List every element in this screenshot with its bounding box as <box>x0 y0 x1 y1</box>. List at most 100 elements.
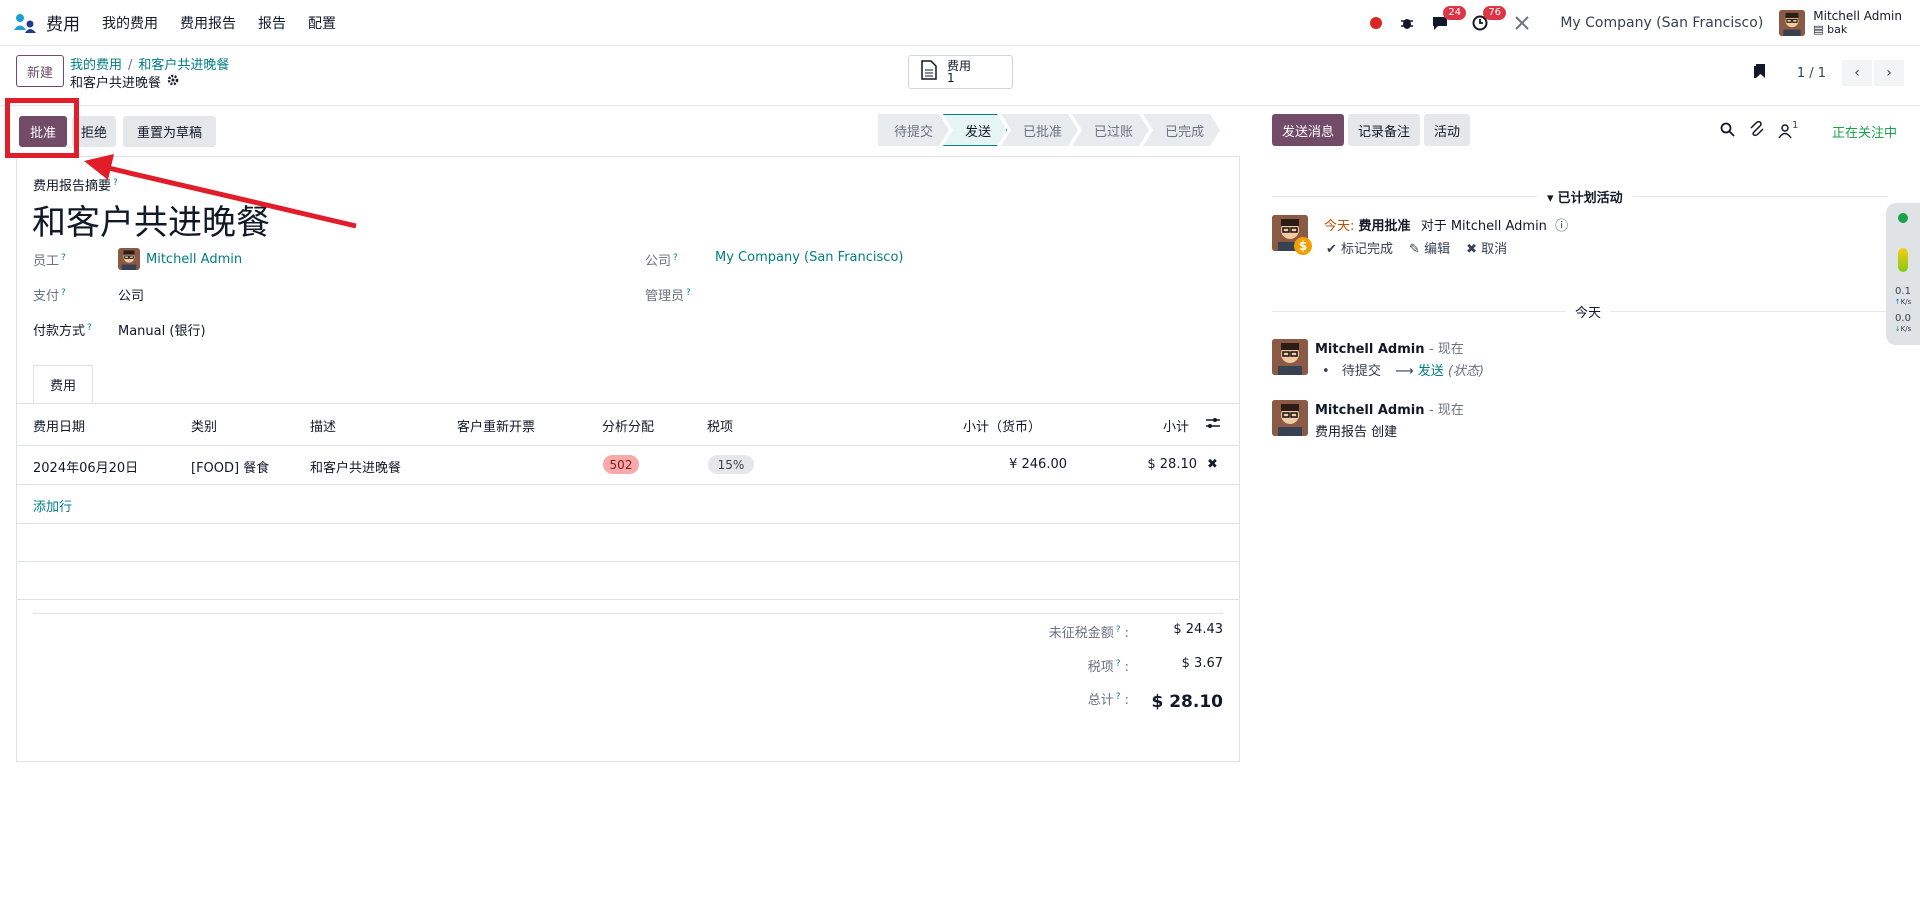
help-icon[interactable]: ? <box>1116 625 1121 635</box>
planned-activities-toggle[interactable]: ▾ 已计划活动 <box>1537 187 1633 206</box>
message-author-name[interactable]: Mitchell Admin <box>1315 403 1424 418</box>
paperclip-icon[interactable] <box>1749 120 1764 141</box>
pager-previous-button[interactable]: ‹ <box>1842 60 1872 86</box>
download-unit: K/s <box>1900 325 1912 333</box>
tracking-new-value: 发送 <box>1417 364 1444 379</box>
new-button[interactable]: 新建 <box>16 55 65 87</box>
tools-icon[interactable] <box>1514 15 1530 31</box>
user-name: Mitchell Admin <box>1813 9 1902 23</box>
message-avatar[interactable] <box>1272 400 1308 436</box>
chat-icon[interactable]: 24 <box>1432 6 1467 31</box>
edit-activity-button[interactable]: ✎ 编辑 <box>1409 238 1450 257</box>
company-field[interactable]: My Company (San Francisco) <box>715 250 903 265</box>
column-category[interactable]: 类别 <box>191 416 217 435</box>
column-subtotal[interactable]: 小计 <box>1163 416 1189 435</box>
download-value: 0.0 <box>1895 313 1911 324</box>
followers-icon[interactable]: 1 <box>1778 120 1798 139</box>
record-name-row: 和客户共进晚餐 <box>70 72 179 91</box>
gear-icon[interactable] <box>167 74 179 90</box>
help-icon[interactable]: ? <box>61 288 66 298</box>
mark-done-button[interactable]: ✔ 标记完成 <box>1326 238 1393 257</box>
reset-to-draft-button[interactable]: 重置为草稿 <box>123 116 216 147</box>
help-icon[interactable]: ? <box>686 288 691 298</box>
column-taxes[interactable]: 税项 <box>707 416 733 435</box>
help-icon[interactable]: ? <box>1116 659 1121 669</box>
stage-pipeline: 待提交 发送 已批准 已过账 已完成 <box>878 114 1220 146</box>
report-title-field[interactable]: 和客户共进晚餐 <box>32 195 270 244</box>
column-subtotal-currency[interactable]: 小计（货币） <box>963 416 1041 435</box>
database-name: ▤ bak <box>1813 23 1902 36</box>
following-button[interactable]: 正在关注中 <box>1832 122 1897 141</box>
chevron-left-icon: ‹ <box>1854 65 1860 81</box>
company-switcher[interactable]: My Company (San Francisco) <box>1560 15 1763 31</box>
recording-dot-icon[interactable] <box>1370 17 1383 29</box>
column-reinvoice[interactable]: 客户重新开票 <box>457 416 535 435</box>
menu-reporting[interactable]: 报告 <box>258 13 286 33</box>
expenses-smart-button[interactable]: 费用 1 <box>908 55 1013 89</box>
column-analytic[interactable]: 分析分配 <box>602 416 654 435</box>
user-menu[interactable]: Mitchell Admin ▤ bak <box>1779 10 1902 36</box>
send-message-button[interactable]: 发送消息 <box>1272 114 1345 146</box>
activity-due: 今天: <box>1324 219 1355 234</box>
help-icon[interactable]: ? <box>673 253 678 263</box>
record-name: 和客户共进晚餐 <box>70 76 162 91</box>
help-icon[interactable]: ? <box>87 323 92 333</box>
activity-actions: ✔ 标记完成 ✎ 编辑 ✖ 取消 <box>1326 238 1507 257</box>
info-icon[interactable]: ⓘ <box>1555 219 1568 234</box>
stage-approved[interactable]: 已批准 <box>1001 114 1078 146</box>
pager-value[interactable]: 1 / 1 <box>1797 66 1826 81</box>
upload-speed: 0.1 ↑K/s <box>1886 287 1920 307</box>
column-date[interactable]: 费用日期 <box>33 416 85 435</box>
stage-posted[interactable]: 已过账 <box>1072 114 1149 146</box>
battery-icon <box>1898 248 1908 272</box>
menu-configuration[interactable]: 配置 <box>308 13 336 33</box>
delete-row-icon[interactable]: ✖ <box>1207 457 1218 472</box>
network-speed-widget[interactable]: 0.1 ↑K/s 0.0 ↓K/s <box>1886 203 1920 345</box>
tracking-field: (状态) <box>1447 364 1485 379</box>
cancel-activity-button[interactable]: ✖ 取消 <box>1466 238 1507 257</box>
search-icon[interactable] <box>1720 122 1735 141</box>
menu-my-expenses[interactable]: 我的费用 <box>102 13 158 33</box>
app-logo-icon[interactable] <box>14 13 38 33</box>
log-note-button[interactable]: 记录备注 <box>1348 114 1421 146</box>
add-line-link[interactable]: 添加行 <box>33 496 72 515</box>
employee-field[interactable]: Mitchell Admin <box>118 248 242 270</box>
column-description[interactable]: 描述 <box>310 416 336 435</box>
pager-next-button[interactable]: › <box>1874 60 1904 86</box>
chat-badge: 24 <box>1443 6 1467 20</box>
tab-expenses[interactable]: 费用 <box>33 365 93 403</box>
activity-button[interactable]: 活动 <box>1424 114 1471 146</box>
employee-label: 员工? <box>33 250 66 269</box>
stage-submitted[interactable]: 发送 <box>943 114 1007 146</box>
bookmark-icon[interactable] <box>1753 63 1767 83</box>
activity-clock-icon[interactable]: 76 <box>1472 6 1507 31</box>
total-amount: $ 28.10 <box>1151 692 1223 712</box>
payment-field[interactable]: 公司 <box>118 285 144 304</box>
stage-to-submit[interactable]: 待提交 <box>878 114 949 146</box>
manager-label-text: 管理员 <box>645 289 685 304</box>
app-name[interactable]: 费用 <box>46 10 80 35</box>
help-icon[interactable]: ? <box>1116 692 1121 702</box>
payment-method-label: 付款方式? <box>33 320 92 339</box>
edit-label: 编辑 <box>1424 242 1451 257</box>
breadcrumb-parent[interactable]: 我的费用 <box>70 58 122 73</box>
payment-method-field[interactable]: Manual (银行) <box>118 320 206 339</box>
help-icon[interactable]: ? <box>61 253 66 263</box>
row-divider <box>17 599 1239 600</box>
stage-done[interactable]: 已完成 <box>1143 114 1220 146</box>
breadcrumb: 我的费用 / 和客户共进晚餐 <box>70 54 229 73</box>
activity-badge: 76 <box>1483 6 1507 20</box>
untaxed-label-text: 未征税金额 <box>1048 626 1114 641</box>
bug-icon[interactable] <box>1400 16 1414 30</box>
column-settings-icon[interactable] <box>1205 416 1221 434</box>
manager-field[interactable] <box>715 283 1015 303</box>
breadcrumb-current[interactable]: 和客户共进晚餐 <box>138 58 229 73</box>
message-author: Mitchell Admin - 现在 <box>1315 399 1464 418</box>
menu-expense-reports[interactable]: 费用报告 <box>180 13 236 33</box>
message-avatar[interactable] <box>1272 339 1308 375</box>
message-author-name[interactable]: Mitchell Admin <box>1315 342 1424 357</box>
help-icon[interactable]: ? <box>113 178 118 188</box>
tax-label: 税项? : <box>1087 658 1129 675</box>
smart-button-count: 1 <box>947 71 955 85</box>
form-sheet: 费用报告摘要? 和客户共进晚餐 员工? Mitchell Admin 支付? 公… <box>16 156 1240 762</box>
